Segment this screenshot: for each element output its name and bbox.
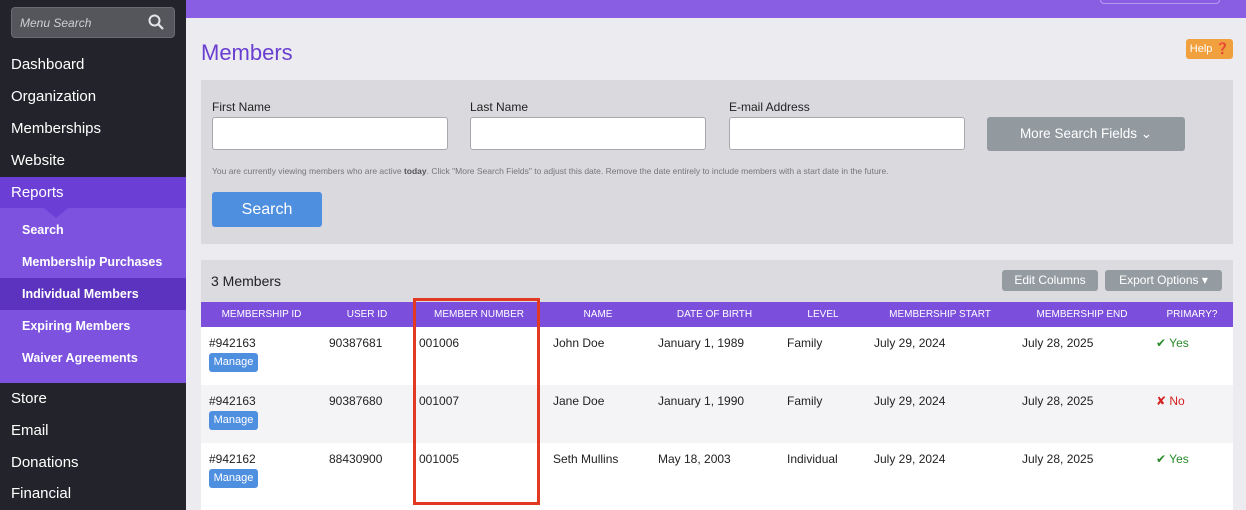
search-panel: First Name Last Name E-mail Address More… xyxy=(201,80,1233,244)
cell-name: Jane Doe xyxy=(553,394,605,408)
email-label: E-mail Address xyxy=(729,100,810,114)
hint-text-post: . Click "More Search Fields" to adjust t… xyxy=(426,166,889,176)
search-hint: You are currently viewing members who ar… xyxy=(212,166,889,176)
submenu-item-search[interactable]: Search xyxy=(0,214,186,246)
last-name-field[interactable] xyxy=(470,117,706,150)
cell-membership-start: July 29, 2024 xyxy=(874,452,946,466)
search-icon[interactable] xyxy=(148,14,164,30)
cell-user-id: 90387680 xyxy=(329,394,383,408)
submenu-item-waiver-agreements[interactable]: Waiver Agreements xyxy=(0,342,186,374)
top-bar xyxy=(186,0,1246,18)
cell-date-of-birth: January 1, 1989 xyxy=(658,336,745,350)
results-panel: 3 Members Edit Columns Export Options ▾ … xyxy=(201,260,1233,510)
top-bar-button[interactable] xyxy=(1100,0,1220,4)
cell-membership-end: July 28, 2025 xyxy=(1022,394,1094,408)
table-row: #942163 90387681 001006 John Doe January… xyxy=(201,327,1233,385)
submenu-item-individual-members[interactable]: Individual Members xyxy=(0,278,186,310)
edit-columns-button[interactable]: Edit Columns xyxy=(1002,270,1098,291)
cell-level: Family xyxy=(787,394,823,408)
first-name-field[interactable] xyxy=(212,117,448,150)
cell-membership-end: July 28, 2025 xyxy=(1022,452,1094,466)
table-row: #942163 90387680 001007 Jane Doe January… xyxy=(201,385,1233,443)
submenu-item-membership-purchases[interactable]: Membership Purchases xyxy=(0,246,186,278)
cell-primary: ✔ Yes xyxy=(1156,336,1189,350)
cell-level: Individual xyxy=(787,452,838,466)
cell-membership-id: #942163 xyxy=(209,336,256,350)
cell-primary: ✔ Yes xyxy=(1156,452,1189,466)
cell-membership-start: July 29, 2024 xyxy=(874,394,946,408)
hint-text-bold: today xyxy=(403,166,427,176)
column-header-primary[interactable]: PRIMARY? xyxy=(1151,302,1233,327)
sidebar-item-email[interactable]: Email xyxy=(0,415,186,447)
hint-text-pre: You are currently viewing members who ar… xyxy=(212,166,404,176)
search-button[interactable]: Search xyxy=(212,192,322,227)
column-header-membership-end[interactable]: MEMBERSHIP END xyxy=(1013,302,1151,327)
table-header: MEMBERSHIP ID USER ID MEMBER NUMBER NAME… xyxy=(201,302,1233,327)
cell-user-id: 90387681 xyxy=(329,336,383,350)
cell-membership-id: #942163 xyxy=(209,394,256,408)
menu-search-placeholder: Menu Search xyxy=(20,16,92,30)
menu-search-input[interactable]: Menu Search xyxy=(11,7,175,38)
submenu-item-expiring-members[interactable]: Expiring Members xyxy=(0,310,186,342)
sidebar-item-memberships[interactable]: Memberships xyxy=(0,113,186,145)
column-header-membership-id[interactable]: MEMBERSHIP ID xyxy=(201,302,322,327)
column-header-date-of-birth[interactable]: DATE OF BIRTH xyxy=(650,302,779,327)
last-name-label: Last Name xyxy=(470,100,529,114)
cell-membership-start: July 29, 2024 xyxy=(874,336,946,350)
cell-level: Family xyxy=(787,336,823,350)
cell-name: John Doe xyxy=(553,336,605,350)
cell-date-of-birth: May 18, 2003 xyxy=(658,452,731,466)
sidebar-item-reports[interactable]: Reports xyxy=(0,177,186,209)
table-row: #942162 88430900 001005 Seth Mullins May… xyxy=(201,443,1233,501)
cell-membership-id: #942162 xyxy=(209,452,256,466)
help-button[interactable]: Help ❓ xyxy=(1186,39,1233,59)
sidebar-item-dashboard[interactable]: Dashboard xyxy=(0,49,186,81)
cell-membership-end: July 28, 2025 xyxy=(1022,336,1094,350)
reports-submenu: Search Membership Purchases Individual M… xyxy=(0,208,186,383)
manage-button[interactable]: Manage xyxy=(209,411,258,430)
sidebar-item-financial[interactable]: Financial xyxy=(0,478,186,510)
column-header-membership-start[interactable]: MEMBERSHIP START xyxy=(867,302,1013,327)
results-header: 3 Members Edit Columns Export Options ▾ xyxy=(201,260,1233,302)
cell-user-id: 88430900 xyxy=(329,452,383,466)
column-header-name[interactable]: NAME xyxy=(546,302,650,327)
sidebar-item-donations[interactable]: Donations xyxy=(0,447,186,479)
first-name-label: First Name xyxy=(212,100,271,114)
manage-button[interactable]: Manage xyxy=(209,353,258,372)
email-field[interactable] xyxy=(729,117,965,150)
cell-name: Seth Mullins xyxy=(553,452,619,466)
member-count: 3 Members xyxy=(211,273,282,289)
column-header-user-id[interactable]: USER ID xyxy=(322,302,412,327)
manage-button[interactable]: Manage xyxy=(209,469,258,488)
cell-date-of-birth: January 1, 1990 xyxy=(658,394,745,408)
sidebar-item-store[interactable]: Store xyxy=(0,383,186,415)
sidebar-item-website[interactable]: Website xyxy=(0,145,186,177)
sidebar: Menu Search Dashboard Organization Membe… xyxy=(0,0,186,510)
export-options-button[interactable]: Export Options ▾ xyxy=(1105,270,1222,291)
sidebar-item-organization[interactable]: Organization xyxy=(0,81,186,113)
page-title: Members xyxy=(201,40,293,65)
more-search-fields-button[interactable]: More Search Fields ⌄ xyxy=(987,117,1185,151)
cell-primary: ✘ No xyxy=(1156,394,1185,408)
member-number-highlight-box xyxy=(413,298,540,505)
column-header-level[interactable]: LEVEL xyxy=(779,302,867,327)
